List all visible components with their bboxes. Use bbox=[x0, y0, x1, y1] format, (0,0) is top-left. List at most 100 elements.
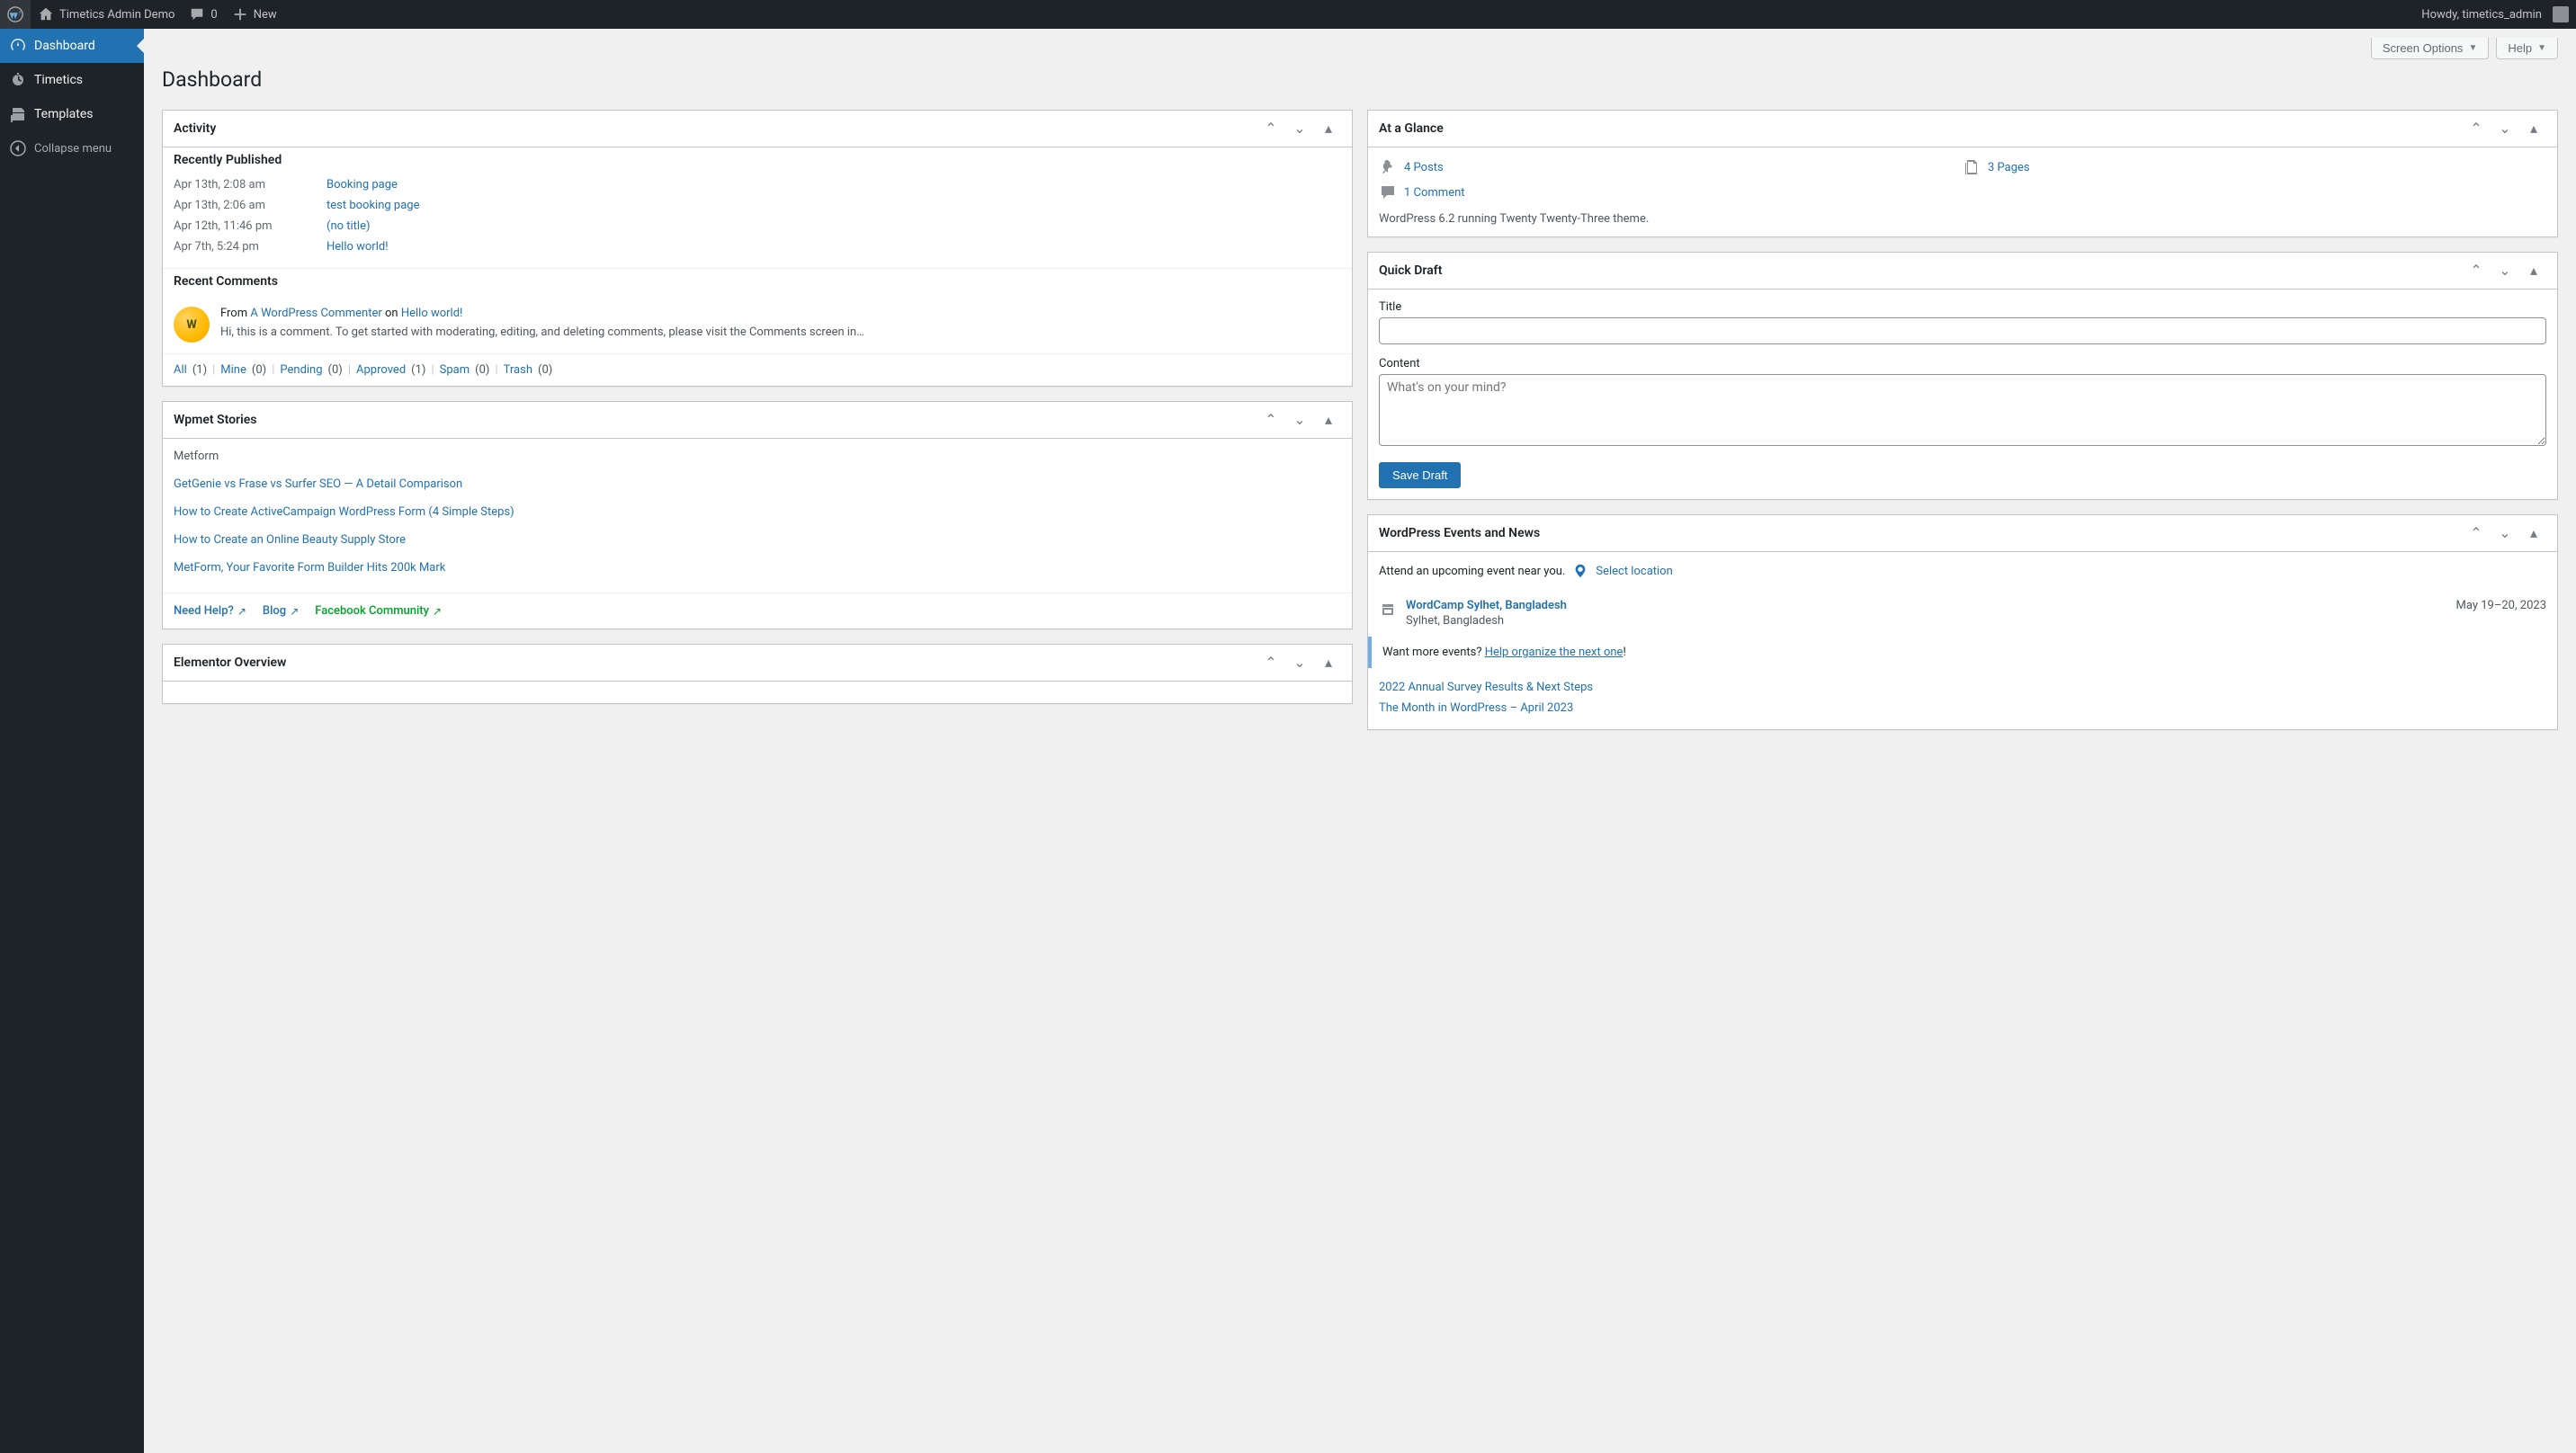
filter-pending[interactable]: Pending bbox=[280, 363, 322, 377]
sidebar-collapse[interactable]: Collapse menu bbox=[0, 131, 144, 165]
sidebar-item-timetics[interactable]: Timetics bbox=[0, 63, 144, 97]
comment-item: W From A WordPress Commenter on Hello wo… bbox=[163, 296, 1352, 353]
wpmet-story-link[interactable]: GetGenie vs Frase vs Surfer SEO — A Deta… bbox=[174, 477, 462, 491]
comment-post-link[interactable]: Hello world! bbox=[401, 307, 463, 320]
help-organize-link[interactable]: Help organize the next one bbox=[1485, 646, 1623, 659]
comment-author-link[interactable]: A WordPress Commenter bbox=[250, 307, 381, 320]
sidebar-item-label: Templates bbox=[34, 107, 94, 121]
page-title: Dashboard bbox=[162, 59, 2558, 110]
toggle-button[interactable]: ▴ bbox=[2521, 256, 2546, 285]
howdy-account[interactable]: Howdy, timetics_admin bbox=[2414, 0, 2576, 29]
comment-icon bbox=[1379, 183, 1397, 201]
move-down-button[interactable]: ⌄ bbox=[1287, 648, 1312, 677]
activity-date: Apr 12th, 11:46 pm bbox=[174, 219, 309, 233]
events-news-widget: WordPress Events and News ⌃ ⌄ ▴ Attend a… bbox=[1367, 514, 2558, 730]
toggle-button[interactable]: ▴ bbox=[1316, 114, 1341, 143]
save-draft-button[interactable]: Save Draft bbox=[1379, 462, 1461, 488]
move-up-button[interactable]: ⌃ bbox=[1258, 114, 1284, 143]
toggle-button[interactable]: ▴ bbox=[2521, 519, 2546, 548]
news-link[interactable]: 2022 Annual Survey Results & Next Steps bbox=[1379, 681, 1593, 694]
need-help-link[interactable]: Need Help?↗ bbox=[174, 604, 246, 618]
screen-options-button[interactable]: Screen Options ▼ bbox=[2371, 38, 2490, 59]
move-down-button[interactable]: ⌄ bbox=[1287, 114, 1312, 143]
comment-filters: All(1) | Mine(0) | Pending(0) | Approved… bbox=[163, 353, 1352, 386]
toggle-button[interactable]: ▴ bbox=[1316, 648, 1341, 677]
move-down-button[interactable]: ⌄ bbox=[1287, 406, 1312, 434]
recently-published-heading: Recently Published bbox=[163, 147, 1352, 174]
pages-count-link[interactable]: 3 Pages bbox=[1988, 161, 2030, 174]
activity-row: Apr 7th, 5:24 pm Hello world! bbox=[174, 236, 1341, 257]
admin-sidebar: Dashboard Timetics Templates Collapse me… bbox=[0, 29, 144, 1453]
widget-title: Quick Draft bbox=[1379, 253, 1442, 289]
recent-comments-heading: Recent Comments bbox=[163, 269, 1352, 296]
activity-row: Apr 13th, 2:08 am Booking page bbox=[174, 174, 1341, 195]
activity-post-link[interactable]: test booking page bbox=[326, 199, 419, 212]
wordpress-icon bbox=[7, 6, 23, 22]
activity-post-link[interactable]: Hello world! bbox=[326, 240, 389, 254]
activity-post-link[interactable]: Booking page bbox=[326, 178, 398, 192]
attend-text: Attend an upcoming event near you. bbox=[1379, 565, 1565, 578]
want-more-events: Want more events? Help organize the next… bbox=[1368, 637, 2557, 668]
move-up-button[interactable]: ⌃ bbox=[2464, 519, 2489, 548]
move-down-button[interactable]: ⌄ bbox=[2492, 114, 2518, 143]
help-button[interactable]: Help ▼ bbox=[2496, 38, 2558, 59]
filter-approved[interactable]: Approved bbox=[356, 363, 406, 377]
external-link-icon: ↗ bbox=[433, 605, 442, 618]
activity-date: Apr 7th, 5:24 pm bbox=[174, 240, 309, 254]
activity-post-link[interactable]: (no title) bbox=[326, 219, 371, 233]
admin-bar: Timetics Admin Demo 0 New Howdy, timetic… bbox=[0, 0, 2576, 29]
toggle-button[interactable]: ▴ bbox=[2521, 114, 2546, 143]
sidebar-item-label: Dashboard bbox=[34, 39, 95, 53]
elementor-widget: Elementor Overview ⌃ ⌄ ▴ bbox=[162, 644, 1353, 704]
wpmet-story-link[interactable]: How to Create an Online Beauty Supply St… bbox=[174, 533, 406, 547]
move-down-button[interactable]: ⌄ bbox=[2492, 256, 2518, 285]
wpmet-sub: Metform bbox=[163, 439, 1352, 470]
sidebar-item-dashboard[interactable]: Dashboard bbox=[0, 29, 144, 63]
wpmet-story-list: GetGenie vs Frase vs Surfer SEO — A Deta… bbox=[163, 470, 1352, 593]
comments-link[interactable]: 0 bbox=[182, 0, 224, 29]
site-home-link[interactable]: Timetics Admin Demo bbox=[31, 0, 182, 29]
sidebar-item-templates[interactable]: Templates bbox=[0, 97, 144, 131]
activity-row: Apr 12th, 11:46 pm (no title) bbox=[174, 216, 1341, 236]
wp-logo[interactable] bbox=[0, 0, 31, 29]
sidebar-item-label: Collapse menu bbox=[34, 142, 112, 156]
pages-icon bbox=[1963, 158, 1981, 176]
facebook-community-link[interactable]: Facebook Community↗ bbox=[315, 604, 442, 618]
move-up-button[interactable]: ⌃ bbox=[1258, 406, 1284, 434]
activity-widget: Activity ⌃ ⌄ ▴ Recently Published Apr 13… bbox=[162, 110, 1353, 387]
move-down-button[interactable]: ⌄ bbox=[2492, 519, 2518, 548]
comment-excerpt: Hi, this is a comment. To get started wi… bbox=[220, 324, 864, 342]
move-up-button[interactable]: ⌃ bbox=[2464, 256, 2489, 285]
new-link[interactable]: New bbox=[225, 0, 284, 29]
home-icon bbox=[38, 6, 54, 22]
news-link[interactable]: The Month in WordPress – April 2023 bbox=[1379, 701, 1573, 715]
wpmet-story-link[interactable]: How to Create ActiveCampaign WordPress F… bbox=[174, 505, 514, 519]
move-up-button[interactable]: ⌃ bbox=[1258, 648, 1284, 677]
draft-title-input[interactable] bbox=[1379, 317, 2546, 344]
comments-count-link[interactable]: 1 Comment bbox=[1404, 186, 1465, 200]
avatar-icon bbox=[2553, 6, 2569, 22]
posts-count-link[interactable]: 4 Posts bbox=[1404, 161, 1444, 174]
comments-count: 0 bbox=[210, 8, 217, 22]
content-label: Content bbox=[1379, 357, 2546, 370]
select-location-link[interactable]: Select location bbox=[1596, 565, 1672, 578]
chevron-down-icon: ▼ bbox=[2537, 43, 2546, 53]
event-title-link[interactable]: WordCamp Sylhet, Bangladesh bbox=[1406, 599, 1567, 612]
draft-content-textarea[interactable] bbox=[1379, 374, 2546, 446]
filter-all[interactable]: All bbox=[174, 363, 187, 377]
wpmet-story-link[interactable]: MetForm, Your Favorite Form Builder Hits… bbox=[174, 561, 445, 575]
recently-published-list: Apr 13th, 2:08 am Booking page Apr 13th,… bbox=[163, 174, 1352, 268]
filter-trash[interactable]: Trash bbox=[504, 363, 532, 377]
title-label: Title bbox=[1379, 300, 2546, 314]
move-up-button[interactable]: ⌃ bbox=[2464, 114, 2489, 143]
wp-version-text: WordPress 6.2 running Twenty Twenty-Thre… bbox=[1368, 212, 2557, 236]
external-link-icon: ↗ bbox=[237, 605, 246, 618]
blog-link[interactable]: Blog↗ bbox=[263, 604, 299, 618]
timetics-icon bbox=[9, 71, 27, 89]
event-date: May 19–20, 2023 bbox=[2456, 599, 2546, 612]
filter-mine[interactable]: Mine bbox=[220, 363, 246, 377]
filter-spam[interactable]: Spam bbox=[440, 363, 470, 377]
on-label: on bbox=[385, 307, 398, 320]
toggle-button[interactable]: ▴ bbox=[1316, 406, 1341, 434]
templates-icon bbox=[9, 105, 27, 123]
